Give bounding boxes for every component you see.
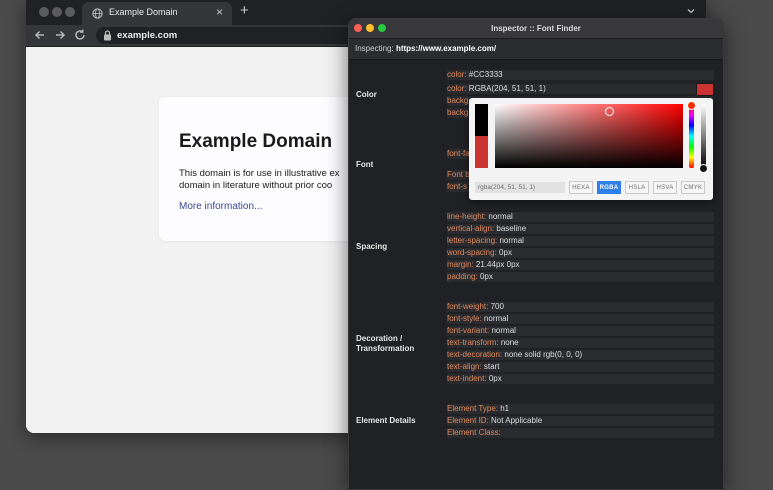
- format-hexa-button[interactable]: HEXA: [569, 181, 593, 194]
- inspector-titlebar: Inspector :: Font Finder: [349, 19, 723, 39]
- address-url: example.com: [117, 30, 178, 41]
- format-rgba-button[interactable]: RGBA: [597, 181, 621, 194]
- chevron-down-icon[interactable]: [686, 6, 696, 16]
- format-hsla-button[interactable]: HSLA: [625, 181, 649, 194]
- sv-cursor[interactable]: [605, 107, 614, 116]
- section-decoration: Decoration /: [356, 334, 403, 343]
- prop-row: padding: 0px: [447, 272, 714, 282]
- section-color: Color: [356, 90, 377, 99]
- prop-row: word-spacing: 0px: [447, 248, 714, 258]
- prop-row: color: #CC3333: [447, 70, 714, 80]
- prop-row: color: RGBA(204, 51, 51, 1): [447, 84, 714, 94]
- forward-arrow-icon[interactable]: [53, 28, 67, 42]
- prop-row: margin: 21.44px 0px: [447, 260, 714, 270]
- prop-row: font-style: normal: [447, 314, 714, 324]
- inspector-window: Inspector :: Font Finder Inspecting: htt…: [348, 18, 724, 490]
- prop-row: text-decoration: none solid rgb(0, 0, 0): [447, 350, 714, 360]
- globe-icon: [92, 8, 103, 19]
- hue-knob[interactable]: [687, 101, 696, 110]
- reload-icon[interactable]: [73, 28, 87, 42]
- format-hsva-button[interactable]: HSVA: [653, 181, 677, 194]
- opacity-slider[interactable]: [701, 104, 706, 168]
- prop-row: text-indent: 0px: [447, 374, 714, 384]
- tab-example-domain[interactable]: Example Domain ×: [82, 2, 232, 25]
- tab-title: Example Domain: [109, 7, 178, 17]
- section-element-details: Element Details: [356, 416, 416, 425]
- back-arrow-icon[interactable]: [33, 28, 47, 42]
- page-heading: Example Domain: [179, 131, 333, 152]
- section-font: Font: [356, 160, 374, 169]
- prop-row: line-height: normal: [447, 212, 714, 222]
- color-value-input[interactable]: rgba(204, 51, 51, 1): [475, 182, 565, 193]
- window-minimize-dot[interactable]: [52, 7, 62, 17]
- prop-row: Element ID: Not Applicable: [447, 416, 714, 426]
- inspector-title: Inspector :: Font Finder: [491, 24, 581, 33]
- window-zoom-dot[interactable]: [65, 7, 75, 17]
- page-paragraph-line2: domain in literature without prior coo: [179, 180, 333, 191]
- section-transformation: Transformation: [356, 344, 415, 353]
- window-close-dot[interactable]: [39, 7, 49, 17]
- inspecting-label: Inspecting: https://www.example.com/: [355, 44, 497, 53]
- hue-slider[interactable]: [689, 104, 694, 168]
- format-cmyk-button[interactable]: CMYK: [681, 181, 705, 194]
- prop-row: text-align: start: [447, 362, 714, 372]
- inspecting-bar: Inspecting: https://www.example.com/: [349, 39, 723, 60]
- section-spacing: Spacing: [356, 242, 388, 251]
- prop-row: Element Type: h1: [447, 404, 714, 414]
- current-color-preview: [475, 136, 488, 168]
- prop-row: font-weight: 700: [447, 302, 714, 312]
- inspecting-url: https://www.example.com/: [395, 44, 497, 53]
- color-preview: [475, 104, 488, 168]
- page-paragraph-line1: This domain is for use in illustrative e…: [179, 168, 340, 179]
- prop-row: Element Class:: [447, 428, 714, 438]
- new-tab-button[interactable]: +: [240, 2, 249, 19]
- lock-icon: [104, 30, 111, 41]
- saturation-value-area[interactable]: [495, 104, 683, 168]
- prop-row: letter-spacing: normal: [447, 236, 714, 246]
- color-swatch[interactable]: [696, 83, 714, 96]
- prop-row: font-variant: normal: [447, 326, 714, 336]
- tab-close-icon[interactable]: ×: [216, 5, 223, 19]
- opacity-knob[interactable]: [699, 164, 708, 173]
- more-information-link[interactable]: More information...: [179, 201, 262, 212]
- color-picker: rgba(204, 51, 51, 1) HEXA RGBA HSLA HSVA…: [469, 98, 713, 200]
- prop-row: vertical-align: baseline: [447, 224, 714, 234]
- prop-row: text-transform: none: [447, 338, 714, 348]
